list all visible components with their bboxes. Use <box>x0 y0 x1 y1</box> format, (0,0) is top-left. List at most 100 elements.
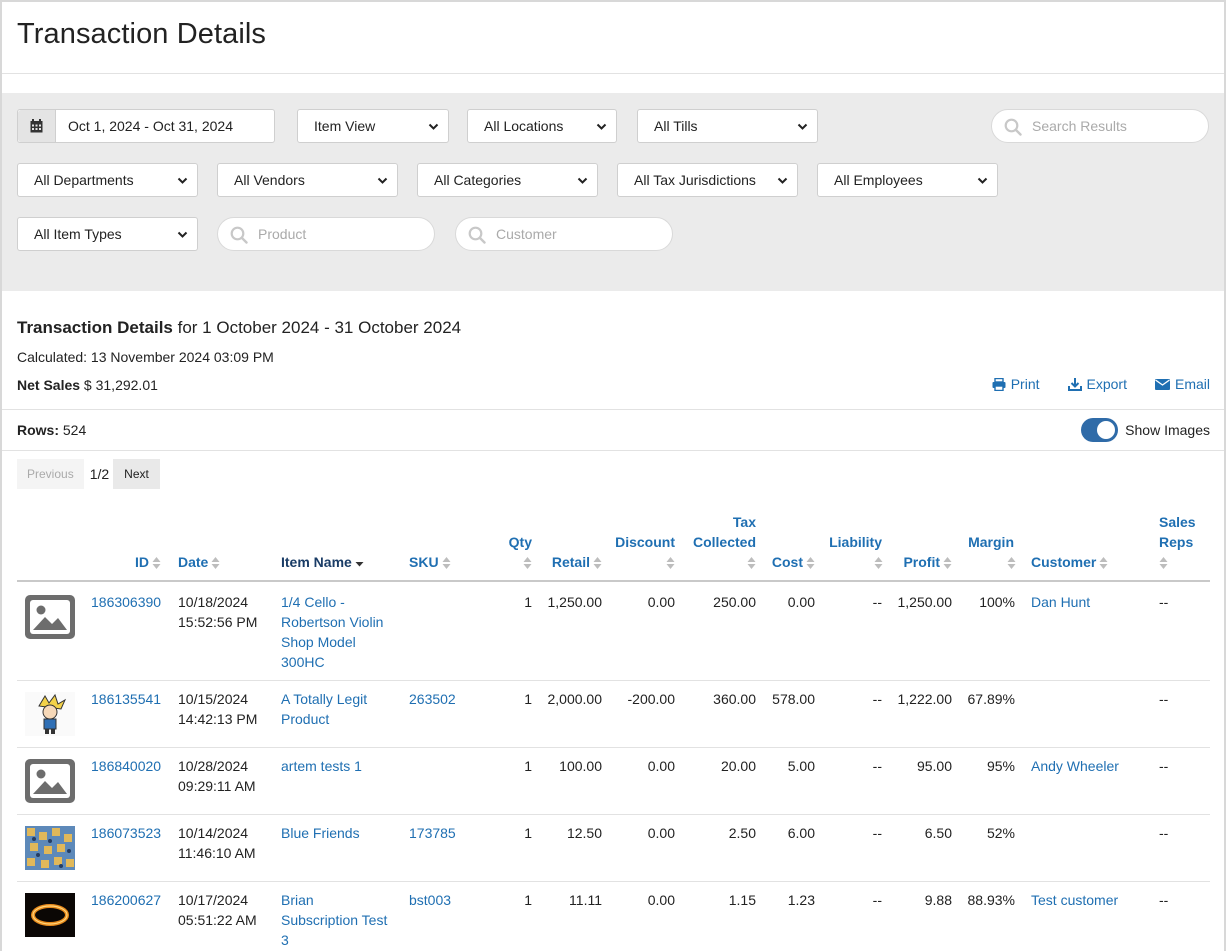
column-header-profit[interactable]: Profit <box>903 552 952 572</box>
column-header-retail-label: Retail <box>551 554 590 570</box>
item-name-line: Product <box>281 711 330 727</box>
cell-sku[interactable]: bst003 <box>409 890 451 910</box>
show-images-toggle[interactable] <box>1081 418 1119 442</box>
report-period: for 1 October 2024 - 31 October 2024 <box>172 318 462 337</box>
previous-page-button[interactable]: Previous <box>17 459 84 489</box>
calculated-timestamp: Calculated: 13 November 2024 03:09 PM <box>17 349 274 365</box>
product-search-input[interactable]: Product <box>217 217 435 251</box>
column-header-tax-collected[interactable]: Tax Collected <box>693 512 756 552</box>
departments-select[interactable]: All Departments <box>17 163 198 197</box>
column-header-id-label: ID <box>135 554 149 570</box>
locations-select[interactable]: All Locations <box>467 109 617 143</box>
cell-date: 10/18/2024 <box>178 594 249 610</box>
cell-id[interactable]: 186200627 <box>91 890 161 910</box>
date-range-value: Oct 1, 2024 - Oct 31, 2024 <box>68 118 233 134</box>
cell-customer[interactable]: Andy Wheeler <box>1031 756 1119 776</box>
cell-datetime: 10/17/2024 05:51:22 AM <box>178 890 257 930</box>
cell-reps: -- <box>1159 825 1169 841</box>
cell-qty: 1 <box>524 892 532 908</box>
cell-item-name[interactable]: artem tests 1 <box>281 756 362 776</box>
column-header-margin[interactable]: Margin <box>968 532 1014 552</box>
cell-item-name[interactable]: Blue Friends <box>281 823 360 843</box>
cell-tax: 1.15 <box>728 892 756 908</box>
customer-search-input[interactable]: Customer <box>455 217 673 251</box>
product-search-placeholder: Product <box>258 226 307 242</box>
cell-discount: 0.00 <box>647 892 675 908</box>
cell-id[interactable]: 186073523 <box>91 823 161 843</box>
column-header-id[interactable]: ID <box>135 552 161 572</box>
cell-cost: 0.00 <box>787 594 815 610</box>
filter-panel: Oct 1, 2024 - Oct 31, 2024 Item View All… <box>2 93 1224 291</box>
column-header-qty[interactable]: Qty <box>509 532 532 552</box>
row-count: Rows: 524 <box>17 422 86 438</box>
cell-liability: -- <box>872 758 882 774</box>
search-results-placeholder: Search Results <box>1032 118 1127 134</box>
cell-id[interactable]: 186840020 <box>91 756 161 776</box>
print-button[interactable]: Print <box>992 376 1040 392</box>
cell-customer[interactable]: Dan Hunt <box>1031 592 1090 612</box>
cell-id[interactable]: 186135541 <box>91 689 161 709</box>
cell-item-name[interactable]: 1/4 Cello - Robertson Violin Shop Model 300… <box>281 592 383 672</box>
cell-sku[interactable]: 263502 <box>409 689 456 709</box>
column-header-customer-label: Customer <box>1031 554 1097 570</box>
product-thumbnail <box>25 893 75 937</box>
item-types-select[interactable]: All Item Types <box>17 217 198 251</box>
cell-date: 10/15/2024 <box>178 691 249 707</box>
column-header-discount[interactable]: Discount <box>615 532 675 552</box>
date-range-picker[interactable]: Oct 1, 2024 - Oct 31, 2024 <box>17 109 275 143</box>
cell-sku[interactable]: 173785 <box>409 823 456 843</box>
calendar-icon[interactable] <box>18 110 56 142</box>
cell-qty: 1 <box>524 594 532 610</box>
cell-datetime: 10/28/2024 09:29:11 AM <box>178 756 256 796</box>
toggle-knob <box>1097 421 1116 439</box>
cell-item-name[interactable]: A Totally Legit Product <box>281 689 367 729</box>
employees-select[interactable]: All Employees <box>817 163 998 197</box>
vendors-select-value: All Vendors <box>234 172 305 188</box>
column-header-sales-reps[interactable]: Sales Reps <box>1159 512 1196 552</box>
export-label: Export <box>1086 376 1127 392</box>
next-page-button[interactable]: Next <box>113 459 160 489</box>
header-divider <box>17 580 1210 582</box>
tills-select[interactable]: All Tills <box>637 109 818 143</box>
cell-profit: 9.88 <box>924 892 952 908</box>
item-name-line: A Totally Legit <box>281 691 368 707</box>
categories-select[interactable]: All Categories <box>417 163 598 197</box>
row-divider <box>17 814 1210 815</box>
cell-reps: -- <box>1159 892 1169 908</box>
cell-retail: 2,000.00 <box>547 691 603 707</box>
column-header-cost[interactable]: Cost <box>772 552 815 572</box>
cell-liability: -- <box>872 825 882 841</box>
cell-margin: 95% <box>986 758 1015 774</box>
item-name-line: Shop Model <box>281 634 356 650</box>
chevron-down-icon <box>977 177 988 184</box>
vendors-select[interactable]: All Vendors <box>217 163 398 197</box>
item-name-line: Brian <box>281 892 314 908</box>
net-sales-label: Net Sales <box>17 377 81 393</box>
sort-icon <box>1099 557 1108 570</box>
column-header-customer[interactable]: Customer <box>1031 552 1108 572</box>
column-header-liability[interactable]: Liability <box>829 532 882 552</box>
cell-customer[interactable]: Test customer <box>1031 890 1118 910</box>
column-header-item-name[interactable]: Item Name <box>281 552 364 572</box>
cell-qty: 1 <box>524 825 532 841</box>
net-sales: Net Sales $ 31,292.01 <box>17 377 158 393</box>
column-header-date[interactable]: Date <box>178 552 220 572</box>
export-button[interactable]: Export <box>1067 376 1127 392</box>
item-name-line: Subscription Test <box>281 912 388 928</box>
column-header-retail[interactable]: Retail <box>552 552 602 572</box>
tax-jurisdictions-select[interactable]: All Tax Jurisdictions <box>617 163 798 197</box>
cell-margin: 100% <box>979 594 1015 610</box>
search-results-input[interactable]: Search Results <box>991 109 1209 143</box>
column-header-sku[interactable]: SKU <box>409 552 451 572</box>
cell-item-name[interactable]: Brian Subscription Test 3 <box>281 890 387 950</box>
sort-icon <box>211 557 220 570</box>
email-button[interactable]: Email <box>1154 376 1210 392</box>
sort-icon <box>152 557 161 570</box>
cell-tax: 2.50 <box>728 825 756 841</box>
cell-profit: 1,250.00 <box>897 594 953 610</box>
cell-id[interactable]: 186306390 <box>91 592 161 612</box>
cell-reps: -- <box>1159 691 1169 707</box>
view-select[interactable]: Item View <box>297 109 449 143</box>
print-label: Print <box>1010 376 1040 392</box>
cell-datetime: 10/14/2024 11:46:10 AM <box>178 823 256 863</box>
